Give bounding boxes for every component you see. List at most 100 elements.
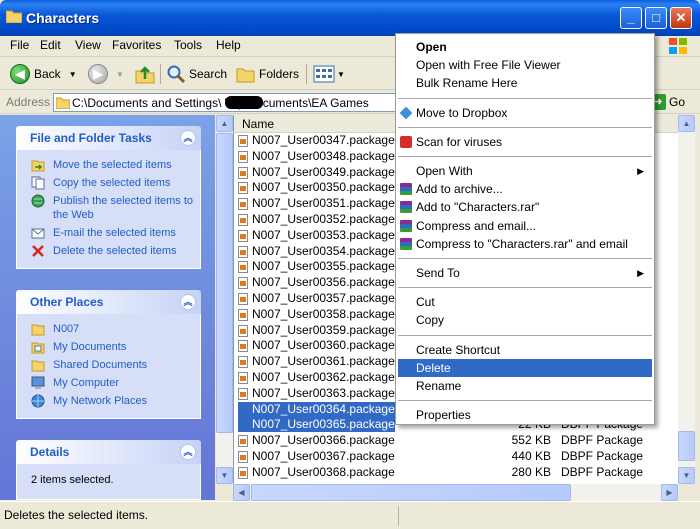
menu-item-create-shortcut[interactable]: Create Shortcut xyxy=(398,341,652,359)
scroll-thumb[interactable] xyxy=(678,431,695,461)
menu-item-move-to-dropbox[interactable]: Move to Dropbox xyxy=(398,104,652,122)
menu-item-add-to-characters-rar[interactable]: Add to "Characters.rar" xyxy=(398,198,652,216)
back-button[interactable]: ◀ Back ▼ xyxy=(10,62,77,86)
go-button[interactable]: ➜ Go xyxy=(650,94,685,110)
place-my-network[interactable]: My Network Places xyxy=(17,392,200,410)
menu-favorites[interactable]: Favorites xyxy=(112,38,161,52)
menu-item-send-to[interactable]: Send To ▶ xyxy=(398,264,652,282)
menu-item-copy[interactable]: Copy xyxy=(398,311,652,329)
task-publish[interactable]: Publish the selected items to the Web xyxy=(17,192,200,224)
task-delete[interactable]: Delete the selected items xyxy=(17,242,200,260)
minimize-button[interactable]: _ xyxy=(620,7,642,29)
file-name[interactable]: N007_User00347.package xyxy=(238,133,395,148)
place-my-computer[interactable]: My Computer xyxy=(17,374,200,392)
file-name[interactable]: N007_User00368.package xyxy=(238,465,395,480)
panel-header[interactable]: File and Folder Tasks ︽ xyxy=(16,126,201,150)
menu-file[interactable]: File xyxy=(10,38,29,52)
file-name[interactable]: N007_User00364.package xyxy=(238,401,395,417)
menu-edit[interactable]: Edit xyxy=(40,38,61,52)
task-copy[interactable]: Copy the selected items xyxy=(17,174,200,192)
task-email[interactable]: E-mail the selected items xyxy=(17,224,200,242)
file-name[interactable]: N007_User00360.package xyxy=(238,338,395,353)
menu-item-scan-for-viruses[interactable]: Scan for viruses xyxy=(398,133,652,151)
email-icon xyxy=(31,228,45,239)
file-name[interactable]: N007_User00357.package xyxy=(238,291,395,306)
title-bar[interactable]: Characters _ □ ✕ xyxy=(0,0,700,36)
scroll-down-icon[interactable]: ▼ xyxy=(678,467,695,484)
place-shared-documents[interactable]: Shared Documents xyxy=(17,356,200,374)
menu-tools[interactable]: Tools xyxy=(174,38,202,52)
place-n007[interactable]: N007 xyxy=(17,320,200,338)
expand-chevron-icon[interactable]: ︽ xyxy=(180,444,196,460)
menu-item-label: Bulk Rename Here xyxy=(416,76,518,91)
menu-item-rename[interactable]: Rename xyxy=(398,377,652,395)
context-menu: Open Open with Free File Viewer Bulk Renam… xyxy=(395,33,655,425)
maximize-button[interactable]: □ xyxy=(645,7,667,29)
file-name[interactable]: N007_User00352.package xyxy=(238,212,395,227)
menu-help[interactable]: Help xyxy=(216,38,241,52)
scroll-left-icon[interactable]: ◀ xyxy=(233,484,250,501)
file-type: DBPF Package xyxy=(561,433,644,448)
menu-item-properties[interactable]: Properties xyxy=(398,406,652,424)
file-name[interactable]: N007_User00362.package xyxy=(238,370,395,385)
up-folder-button[interactable] xyxy=(134,62,156,86)
file-name[interactable]: N007_User00348.package xyxy=(238,149,395,164)
menu-item-label: Move to Dropbox xyxy=(416,105,508,120)
task-pane: File and Folder Tasks ︽ Move the selecte… xyxy=(0,115,215,500)
file-name[interactable]: N007_User00351.package xyxy=(238,196,395,211)
file-name[interactable]: N007_User00354.package xyxy=(238,244,395,259)
menu-item-cut[interactable]: Cut xyxy=(398,293,652,311)
menu-item-delete[interactable]: Delete xyxy=(398,358,652,377)
menu-item-add-to-archive[interactable]: Add to archive... xyxy=(398,180,652,198)
file-name[interactable]: N007_User00355.package xyxy=(238,259,395,274)
menu-item-compress-to-characters-rar-and-email[interactable]: Compress to "Characters.rar" and email xyxy=(398,235,652,253)
column-name[interactable]: Name xyxy=(242,117,274,131)
scroll-up-icon[interactable]: ▲ xyxy=(216,115,233,132)
panel-header[interactable]: Other Places ︽ xyxy=(16,290,201,314)
views-button[interactable]: ▼ xyxy=(313,62,345,86)
close-button[interactable]: ✕ xyxy=(670,7,692,29)
collapse-chevron-icon[interactable]: ︽ xyxy=(180,130,196,146)
panel-title: File and Folder Tasks xyxy=(30,131,152,145)
scroll-right-icon[interactable]: ▶ xyxy=(661,484,678,501)
file-name[interactable]: N007_User00356.package xyxy=(238,275,395,290)
file-row[interactable]: N007_User00366.package 552 KB DBPF Package xyxy=(234,433,679,449)
menu-item-open-with-free-file-viewer[interactable]: Open with Free File Viewer xyxy=(398,56,652,74)
scroll-down-icon[interactable]: ▼ xyxy=(216,467,233,484)
menu-item-bulk-rename-here[interactable]: Bulk Rename Here xyxy=(398,74,652,92)
folders-button[interactable]: Folders xyxy=(236,62,299,86)
file-name[interactable]: N007_User00358.package xyxy=(238,307,395,322)
scroll-thumb[interactable] xyxy=(251,484,571,501)
menu-item-label: Copy xyxy=(416,313,445,328)
menu-item-open[interactable]: Open xyxy=(398,38,652,56)
horizontal-scrollbar[interactable]: ◀ ▶ xyxy=(233,484,678,501)
file-name[interactable]: N007_User00349.package xyxy=(238,165,395,180)
file-name[interactable]: N007_User00363.package xyxy=(238,386,395,401)
menu-item-compress-and-email[interactable]: Compress and email... xyxy=(398,217,652,235)
file-row[interactable]: N007_User00367.package 440 KB DBPF Package xyxy=(234,449,679,465)
file-name[interactable]: N007_User00366.package xyxy=(238,433,395,448)
file-name[interactable]: N007_User00359.package xyxy=(238,323,395,338)
panel-header[interactable]: Details ︽ xyxy=(16,440,201,464)
file-name[interactable]: N007_User00367.package xyxy=(238,449,395,464)
forward-button[interactable]: ▶ ▼ xyxy=(88,62,124,86)
task-move[interactable]: Move the selected items xyxy=(17,156,200,174)
collapse-chevron-icon[interactable]: ︽ xyxy=(180,294,196,310)
menu-separator xyxy=(398,334,652,336)
search-icon xyxy=(167,65,186,84)
scroll-up-icon[interactable]: ▲ xyxy=(678,115,695,132)
file-name[interactable]: N007_User00361.package xyxy=(238,354,395,369)
file-row[interactable]: N007_User00368.package 280 KB DBPF Package xyxy=(234,465,679,481)
place-my-documents[interactable]: My Documents xyxy=(17,338,200,356)
file-name[interactable]: N007_User00350.package xyxy=(238,180,395,195)
file-name[interactable]: N007_User00353.package xyxy=(238,228,395,243)
file-name[interactable]: N007_User00365.package xyxy=(238,417,395,433)
scroll-thumb[interactable] xyxy=(216,133,233,433)
file-list-scrollbar[interactable]: ▲ ▼ xyxy=(678,115,695,484)
menu-item-open-with[interactable]: Open With ▶ xyxy=(398,162,652,180)
menu-view[interactable]: View xyxy=(75,38,101,52)
window-title: Characters xyxy=(26,10,100,26)
task-pane-scrollbar[interactable]: ▲ ▼ xyxy=(216,115,233,484)
shared-folder-icon xyxy=(31,360,45,372)
search-button[interactable]: Search xyxy=(166,62,227,86)
